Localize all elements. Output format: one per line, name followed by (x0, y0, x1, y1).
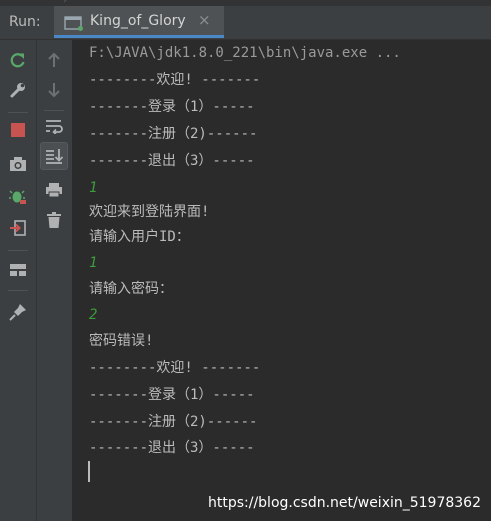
console-line: -------退出（3）----- (89, 153, 255, 169)
debug-icon[interactable] (4, 182, 32, 210)
toolbar-separator (44, 110, 64, 111)
exit-icon[interactable] (4, 214, 32, 242)
up-arrow-icon[interactable] (40, 46, 68, 74)
console-line: 请输入用户ID： (89, 229, 190, 245)
console-line: -------注册（2)------ (89, 414, 258, 430)
console-line: F:\JAVA\jdk1.8.0_221\bin\java.exe ... (89, 45, 401, 61)
toolbar-separator (8, 290, 28, 291)
console-line: -------登录（1）----- (89, 387, 255, 403)
console-input-line: 1 (89, 255, 98, 271)
toolbar-separator (8, 250, 28, 251)
soft-wrap-icon[interactable] (40, 112, 68, 140)
running-indicator-icon (78, 26, 83, 31)
console-line: -------登录（1）----- (89, 99, 255, 115)
camera-icon[interactable] (4, 150, 32, 178)
wrench-icon[interactable] (4, 76, 32, 104)
console-line: --------欢迎! ------- (89, 72, 261, 88)
close-tab-icon[interactable]: × (198, 11, 211, 29)
text-caret (88, 461, 90, 482)
console-line: -------注册（2)------ (89, 126, 258, 142)
rerun-icon[interactable] (4, 46, 32, 74)
console-input-line: 1 (89, 180, 98, 196)
trash-icon[interactable] (40, 206, 68, 234)
watermark: https://blog.csdn.net/weixin_51978362 (207, 495, 481, 511)
run-toolbar-primary (0, 40, 37, 521)
console-line: --------欢迎! ------- (89, 360, 261, 376)
stop-icon[interactable] (4, 116, 32, 144)
layout-icon[interactable] (4, 256, 32, 284)
tab-king-of-glory[interactable]: King_of_Glory × (54, 6, 224, 38)
console-line: 欢迎来到登陆界面! (89, 204, 210, 220)
scroll-to-end-icon[interactable] (40, 142, 68, 170)
down-arrow-icon[interactable] (40, 76, 68, 104)
console-line: 请输入密码： (89, 281, 173, 297)
console-line: 密码错误! (89, 333, 154, 349)
print-icon[interactable] (40, 176, 68, 204)
console-input-line: 2 (89, 307, 98, 323)
toolbar-separator (8, 112, 28, 113)
console-line: -------退出（3）----- (89, 440, 255, 456)
tab-title: King_of_Glory (90, 13, 186, 29)
run-label: Run: (9, 14, 41, 30)
pin-icon[interactable] (4, 298, 32, 326)
console-output[interactable]: F:\JAVA\jdk1.8.0_221\bin\java.exe ... --… (73, 40, 491, 521)
run-toolbar-secondary (37, 40, 73, 521)
run-tool-window-header: Run: King_of_Glory × (0, 6, 491, 40)
